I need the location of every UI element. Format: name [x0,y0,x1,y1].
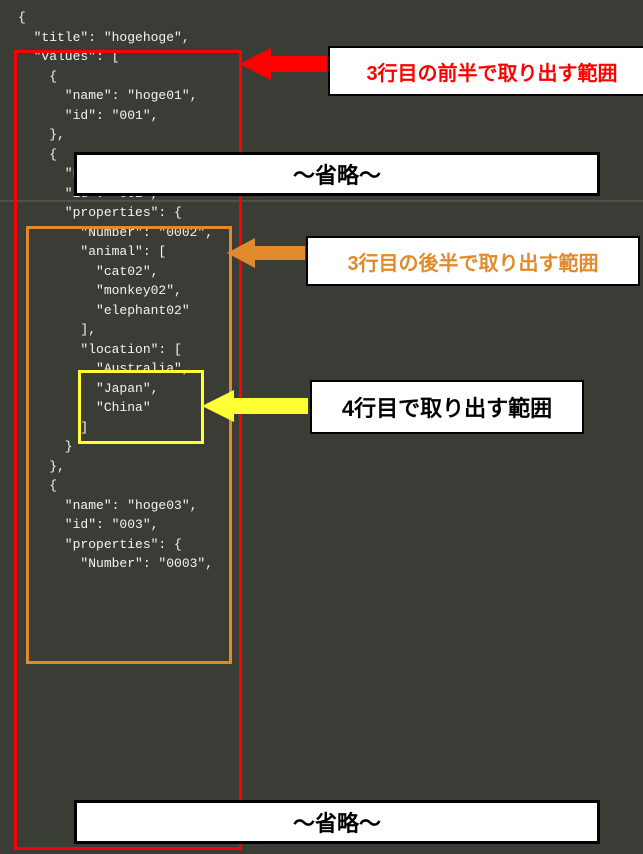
code-line: "title": "hogehoge", [0,28,643,48]
code-line: "Number": "0003", [0,554,643,574]
code-line: }, [0,457,643,477]
code-line: }, [0,125,643,145]
code-line: { [0,8,643,28]
separator [0,200,643,202]
label-orange: 3行目の後半で取り出す範囲 [306,236,640,286]
code-line: "properties": { [0,203,643,223]
code-line: ], [0,320,643,340]
label-red: 3行目の前半で取り出す範囲 [328,46,643,96]
label-yellow: 4行目で取り出す範囲 [310,380,584,434]
code-line: "location": [ [0,340,643,360]
code-line: "properties": { [0,535,643,555]
code-line: "elephant02" [0,301,643,321]
code-line: { [0,476,643,496]
code-line: "Australia", [0,359,643,379]
code-line: "id": "003", [0,515,643,535]
code-line: } [0,437,643,457]
code-line: "id": "001", [0,106,643,126]
ellipsis-box-1: ～省略～ [74,152,600,196]
code-line: "name": "hoge03", [0,496,643,516]
ellipsis-box-2: ～省略～ [74,800,600,844]
